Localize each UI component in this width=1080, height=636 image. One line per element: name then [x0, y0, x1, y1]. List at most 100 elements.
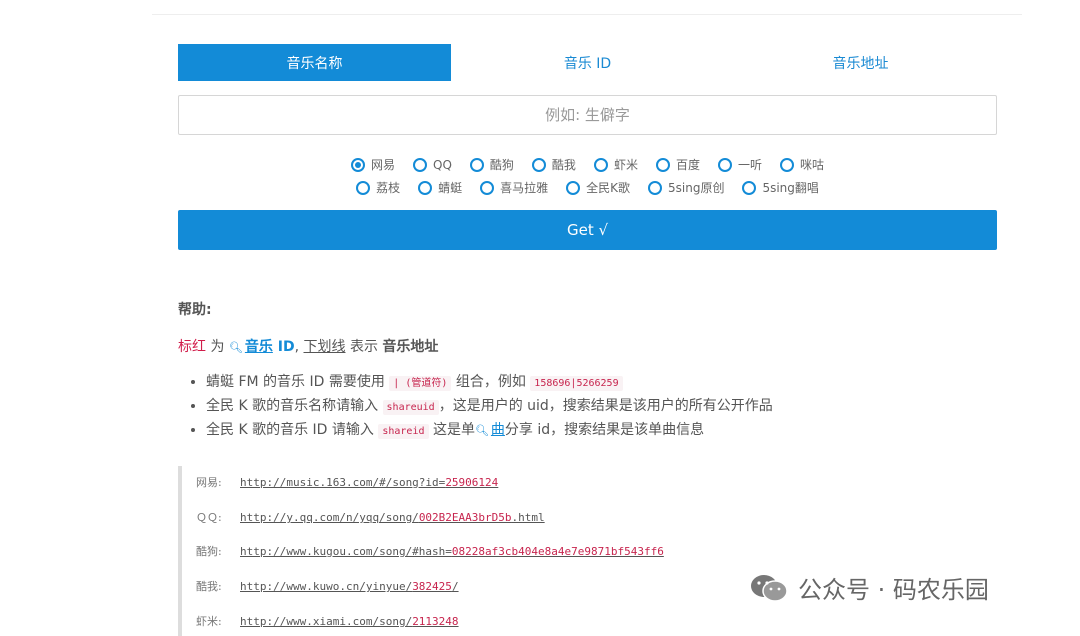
example-row: 虾米: http://www.xiami.com/song/2113248: [196, 613, 459, 629]
url-base: http://music.163.com/#/song?id=: [240, 476, 446, 489]
radio-xiami[interactable]: 虾米: [593, 156, 638, 173]
url-id: 382425: [412, 580, 452, 593]
radio-baidu[interactable]: 百度: [655, 156, 700, 173]
legend-underline-label: 下划线: [303, 339, 346, 355]
radio-ximalaya[interactable]: 喜马拉雅: [480, 179, 548, 196]
search-icon: 🔍︎: [474, 424, 489, 437]
radio-label: 蜻蜓: [438, 181, 463, 195]
example-url[interactable]: http://www.kugou.com/song/#hash=08228af3…: [240, 545, 664, 558]
url-suffix: .html: [511, 511, 545, 524]
radio-indicator[interactable]: [413, 157, 428, 172]
radio-indicator[interactable]: [566, 180, 581, 195]
radio-kuwo[interactable]: 酷我: [531, 156, 576, 173]
radio-lizhi[interactable]: 荔枝: [356, 179, 400, 196]
radio-label: 酷我: [551, 158, 576, 172]
song-link[interactable]: 曲: [491, 422, 505, 438]
radio-label: 喜马拉雅: [500, 181, 549, 195]
url-id: 25906124: [445, 476, 499, 489]
search-field-wrapper: [178, 95, 997, 135]
help-text: 组合，例如: [451, 374, 531, 390]
example-row: 酷狗: http://www.kugou.com/song/#hash=08228…: [196, 543, 664, 559]
help-code: 158696|5266259: [530, 376, 623, 391]
radio-indicator[interactable]: [593, 157, 608, 172]
help-item: 全民 K 歌的音乐名称请输入 shareuid，这是用户的 uid，搜索结果是该…: [206, 395, 773, 419]
url-base: http://y.qq.com/n/yqq/song/: [240, 511, 419, 524]
source-row-1: 网易 QQ 酷狗 酷我 虾米 百度 一听 咪咕: [178, 153, 997, 176]
help-text: 全民 K 歌的音乐名称请输入: [206, 398, 383, 414]
example-label: 虾米:: [196, 615, 222, 628]
legend-text: 为: [206, 339, 229, 355]
radio-indicator[interactable]: [418, 180, 433, 195]
example-label: 网易:: [196, 476, 222, 489]
radio-1ting[interactable]: 一听: [717, 156, 762, 173]
watermark: 公众号 · 码农乐园: [750, 570, 989, 605]
radio-label: 咪咕: [799, 158, 824, 172]
radio-indicator[interactable]: [648, 180, 662, 195]
help-text: 全民 K 歌的音乐 ID 请输入: [206, 422, 379, 438]
example-url[interactable]: http://www.kuwo.cn/yinyue/382425/: [240, 580, 459, 593]
example-url[interactable]: http://y.qq.com/n/yqq/song/002B2EAA3brD5…: [240, 511, 545, 524]
example-url[interactable]: http://www.xiami.com/song/2113248: [240, 615, 459, 628]
example-row: ＱＱ: http://y.qq.com/n/yqq/song/002B2EAA3b…: [196, 509, 545, 525]
example-row: 网易: http://music.163.com/#/song?id=259061…: [196, 474, 498, 490]
help-code: shareuid: [382, 400, 439, 415]
watermark-text: 公众号 · 码农乐园: [798, 576, 989, 604]
source-radio-group: 网易 QQ 酷狗 酷我 虾米 百度 一听 咪咕 荔枝 蜻蜓 喜马拉雅 全民K歌 …: [178, 153, 997, 199]
url-id: 2113248: [412, 615, 459, 628]
radio-5sing-cover[interactable]: 5sing翻唱: [742, 179, 819, 196]
wechat-icon: [751, 574, 788, 602]
radio-indicator[interactable]: [779, 157, 794, 172]
radio-indicator[interactable]: [480, 180, 495, 195]
radio-migu[interactable]: 咪咕: [779, 156, 824, 173]
example-label: 酷狗:: [196, 545, 222, 558]
url-id: 002B2EAA3brD5b: [418, 511, 512, 524]
help-title: 帮助:: [178, 302, 212, 318]
help-item: 全民 K 歌的音乐 ID 请输入 shareid 这是单🔍︎曲分享 id，搜索结…: [206, 419, 773, 443]
radio-qingting[interactable]: 蜻蜓: [418, 179, 462, 196]
radio-label: 百度: [675, 158, 700, 172]
example-label: ＱＱ:: [196, 511, 222, 524]
url-base: http://www.kuwo.cn/yinyue/: [240, 580, 413, 593]
legend-address: 音乐地址: [382, 339, 439, 355]
tab-music-id[interactable]: 音乐 ID: [451, 44, 724, 81]
help-text: ，这是用户的 uid，搜索结果是该用户的所有公开作品: [438, 398, 773, 414]
radio-label: QQ: [433, 157, 452, 172]
url-base: http://www.xiami.com/song/: [240, 615, 413, 628]
help-text: 这是单: [428, 422, 475, 438]
help-code: shareid: [378, 424, 429, 439]
get-button[interactable]: Get √: [178, 210, 997, 250]
example-url[interactable]: http://music.163.com/#/song?id=25906124: [240, 476, 498, 489]
radio-kugou[interactable]: 酷狗: [469, 156, 514, 173]
radio-label: 一听: [737, 158, 762, 172]
radio-indicator[interactable]: [531, 157, 546, 172]
legend-text: ,: [294, 339, 304, 355]
help-text: 分享 id，搜索结果是该单曲信息: [504, 422, 705, 438]
search-mode-tabs: 音乐名称 音乐 ID 音乐地址: [178, 44, 997, 81]
tab-music-name[interactable]: 音乐名称: [178, 44, 451, 81]
radio-label: 网易: [371, 158, 396, 172]
radio-checked-indicator[interactable]: [351, 157, 365, 172]
radio-indicator[interactable]: [717, 157, 732, 172]
radio-indicator[interactable]: [469, 157, 484, 172]
radio-5sing-original[interactable]: 5sing原创: [648, 179, 724, 196]
legend-music-link[interactable]: 音乐: [245, 339, 273, 355]
radio-qq[interactable]: QQ: [413, 157, 452, 172]
help-item: 蜻蜓 FM 的音乐 ID 需要使用 | (管道符) 组合，例如 158696|5…: [206, 371, 773, 395]
radio-label: 荔枝: [376, 181, 401, 195]
radio-indicator[interactable]: [655, 157, 670, 172]
radio-kg[interactable]: 全民K歌: [566, 179, 630, 196]
legend-text: 表示: [345, 339, 383, 355]
radio-indicator[interactable]: [356, 180, 371, 195]
example-label: 酷我:: [196, 580, 222, 593]
radio-label: 虾米: [613, 158, 638, 172]
search-input[interactable]: [179, 96, 996, 134]
tab-music-url[interactable]: 音乐地址: [724, 44, 997, 81]
radio-indicator[interactable]: [742, 180, 757, 195]
url-id: 08228af3cb404e8a4e7e9871bf543ff6: [451, 545, 664, 558]
help-legend: 标红 为 🔍︎ 音乐 ID, 下划线 表示 音乐地址: [178, 336, 438, 356]
top-divider: [152, 14, 1022, 15]
url-examples: 网易: http://music.163.com/#/song?id=259061…: [178, 466, 664, 636]
url-base: http://www.kugou.com/song/#hash=: [240, 545, 452, 558]
radio-netease[interactable]: 网易: [351, 156, 395, 173]
search-icon: 🔍︎: [228, 341, 243, 354]
